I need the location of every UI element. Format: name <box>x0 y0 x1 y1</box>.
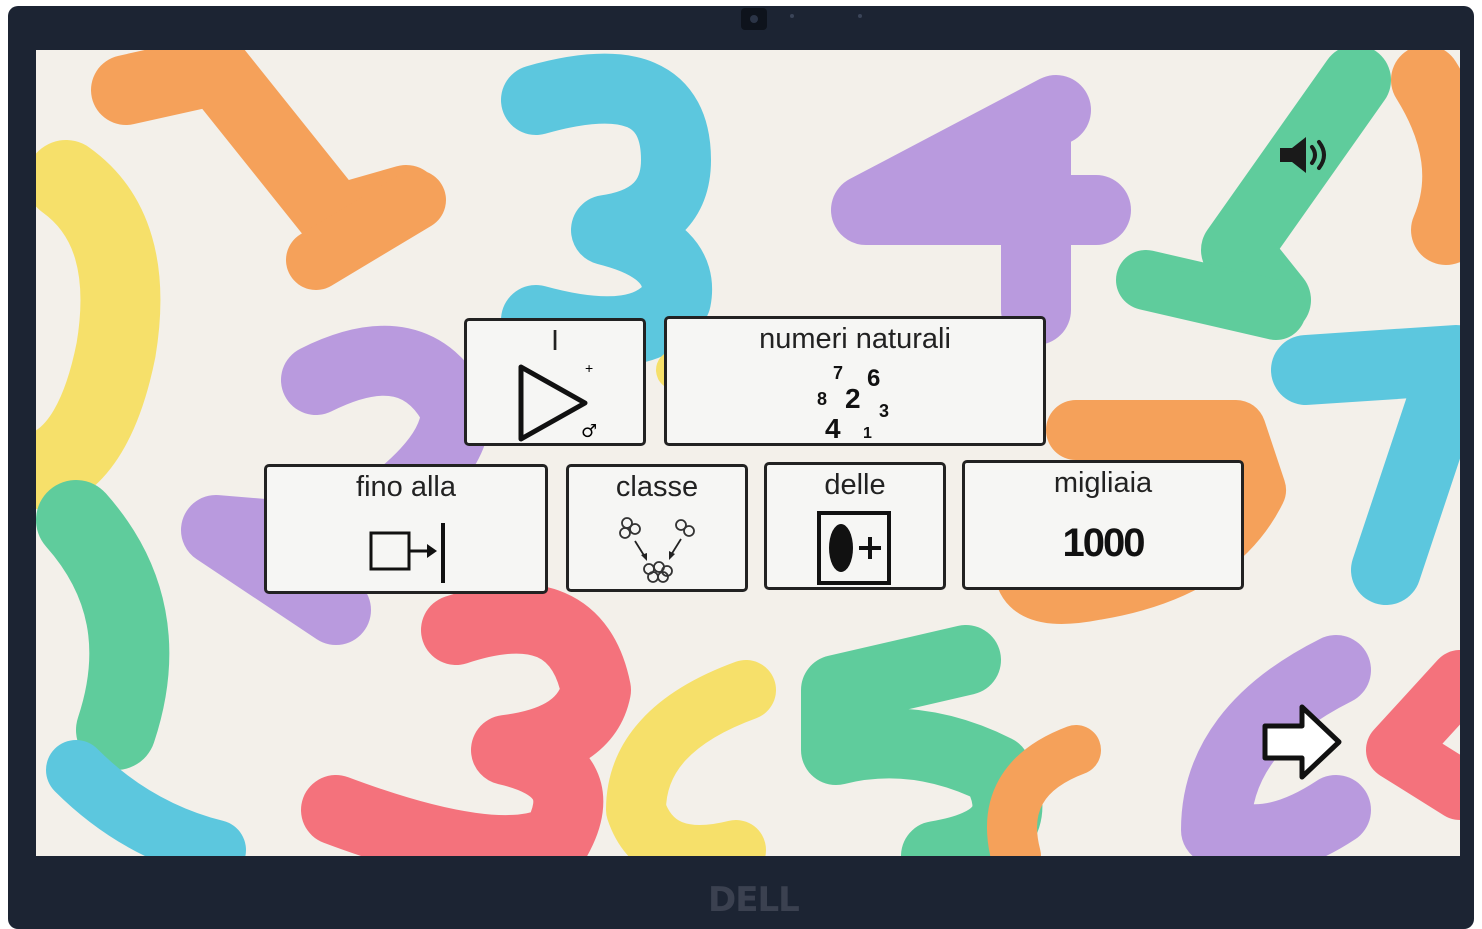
word-card-article[interactable]: I + ♂ <box>464 318 646 446</box>
word-card-up-to[interactable]: fino alla <box>264 464 548 594</box>
word-card-of-the[interactable]: delle <box>764 462 946 590</box>
card-label: fino alla <box>356 471 456 503</box>
app-screen: I + ♂ numeri naturali 7 6 8 2 3 4 1 fino… <box>36 50 1460 856</box>
grouping-circles-icon <box>619 517 695 583</box>
webcam-sensor <box>790 14 794 18</box>
speaker-icon[interactable] <box>1276 134 1336 176</box>
card-label: numeri naturali <box>759 323 951 355</box>
word-card-class[interactable]: classe <box>566 464 748 592</box>
right-arrow-icon <box>1262 704 1342 780</box>
foam-numbers-background <box>36 50 1460 856</box>
brand-logo: DELL <box>708 880 800 920</box>
up-to-limit-icon <box>369 523 445 583</box>
next-arrow-button[interactable] <box>1262 704 1342 780</box>
feminine-plural-article-icon <box>817 511 891 585</box>
svg-text:+: + <box>585 360 593 376</box>
thousand-number: 1000 <box>1062 521 1146 565</box>
masculine-plural-article-icon: + ♂ <box>518 360 597 442</box>
card-label: migliaia <box>1053 467 1153 499</box>
svg-text:♂: ♂ <box>581 421 597 442</box>
word-card-natural-numbers[interactable]: numeri naturali 7 6 8 2 3 4 1 <box>664 316 1046 446</box>
webcam <box>741 8 767 30</box>
card-label: delle <box>824 469 886 501</box>
light-sensor <box>858 14 862 18</box>
card-label: classe <box>615 471 699 503</box>
word-card-thousands[interactable]: migliaia 1000 <box>962 460 1244 590</box>
